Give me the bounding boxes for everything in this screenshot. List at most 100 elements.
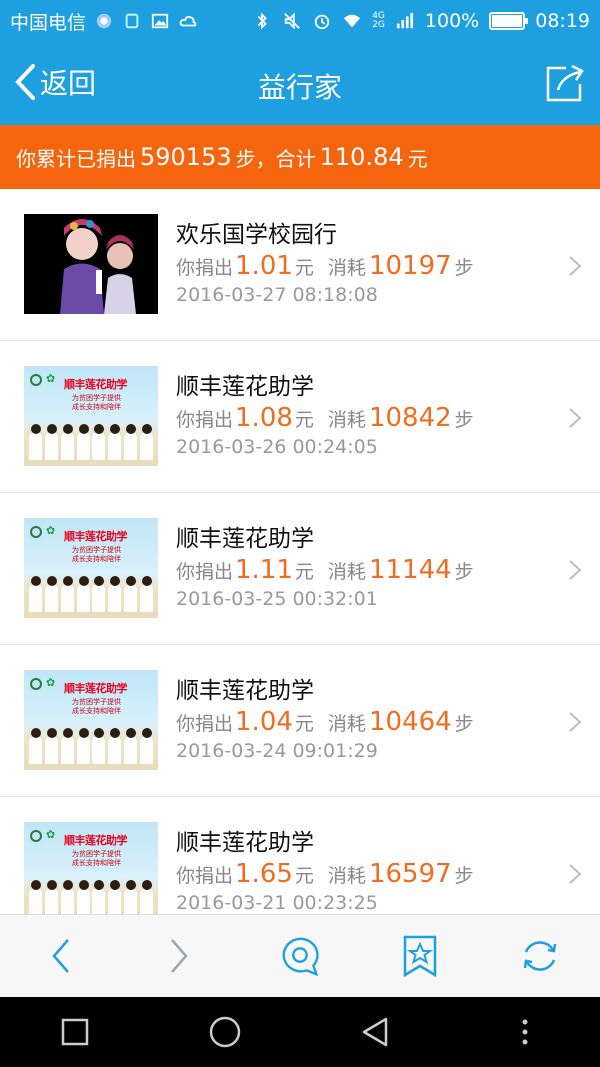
yuan-unit: 元: [294, 257, 314, 279]
app-notification-icon: [96, 13, 112, 29]
donation-timestamp: 2016-03-25 00:32:01: [176, 588, 378, 610]
system-back-button[interactable]: [353, 1010, 397, 1054]
summary-amount: 110.84: [319, 143, 404, 171]
browser-toolbar: [0, 914, 600, 997]
home-circle-icon: [209, 1016, 241, 1048]
beach-photo-thumbnail: ✿ 顺丰莲花助学 为贫困学子提供 成长支持和陪伴: [24, 822, 158, 914]
project-title: 欢乐国学校园行: [176, 222, 337, 248]
refresh-icon: [523, 941, 557, 971]
donation-amount: 1.08: [235, 403, 293, 433]
bookmark-button[interactable]: [398, 934, 442, 978]
donation-list-item[interactable]: ✿ 顺丰莲花助学 为贫困学子提供 成长支持和陪伴 顺丰莲花助学 你捐出 1.11 元 …: [0, 493, 600, 645]
donation-list-item[interactable]: 欢乐国学校园行 你捐出 1.01 元 消耗 10197 步 2016-03-27…: [0, 189, 600, 341]
donation-list-item[interactable]: ✿ 顺丰莲花助学 为贫困学子提供 成长支持和陪伴 顺丰莲花助学 你捐出 1.04 元 …: [0, 645, 600, 797]
home-button[interactable]: [203, 1010, 247, 1054]
nav-header: 返回 益行家: [0, 42, 600, 125]
opera-performers-image: [24, 214, 158, 314]
donation-detail: 你捐出 1.01 元 消耗 10197 步: [176, 251, 474, 281]
donation-amount: 1.11: [235, 555, 293, 585]
chevron-right-icon: [569, 712, 582, 732]
donation-list-item[interactable]: ✿ 顺丰莲花助学为贫困学子提供 成长支持和陪伴 顺丰莲花助学 你捐出 1.08 元 …: [0, 341, 600, 493]
sf-logo: [30, 678, 42, 690]
sf-logo: [30, 830, 42, 842]
menu-button[interactable]: [503, 1010, 547, 1054]
summary-steps-unit: 步，合计: [235, 146, 316, 171]
back-triangle-icon: [362, 1017, 388, 1047]
thumbnail-subtitle: 为贫困学子提供 成长支持和陪伴: [72, 394, 121, 411]
step-count: 16597: [368, 859, 452, 889]
step-count: 11144: [368, 555, 452, 585]
thumbnail-title: 顺丰莲花助学: [64, 834, 128, 847]
consume-label: 消耗: [327, 409, 366, 431]
alarm-icon: [315, 14, 330, 30]
recents-button[interactable]: [53, 1010, 97, 1054]
lotus-logo: ✿: [46, 828, 56, 841]
comment-icon: [282, 937, 319, 977]
comment-button[interactable]: [278, 934, 322, 978]
carrier-label: 中国电信: [10, 11, 87, 34]
summary-steps: 590153: [140, 143, 232, 171]
step-count: 10197: [368, 251, 452, 281]
forward-arrow-icon: [171, 939, 188, 973]
back-nav-button[interactable]: [38, 934, 82, 978]
clock: 08:19: [535, 10, 590, 32]
lotus-logo: ✿: [46, 372, 56, 385]
project-title: 顺丰莲花助学: [176, 830, 314, 856]
students-group-image: [24, 424, 158, 460]
battery-percent: 100%: [424, 10, 480, 32]
yuan-unit: 元: [294, 409, 314, 431]
network-type-label: 4G 2G: [372, 11, 385, 30]
donation-summary-banner: 你累计已捐出 590153 步，合计 110.84 元: [0, 125, 600, 189]
thumbnail-title: 顺丰莲花助学: [64, 378, 128, 391]
donate-label: 你捐出: [176, 409, 234, 431]
summary-prefix: 你累计已捐出: [16, 146, 136, 171]
chevron-right-icon: [569, 560, 582, 580]
thumbnail-subtitle: 为贫困学子提供 成长支持和陪伴: [72, 698, 121, 715]
forward-nav-button[interactable]: [158, 934, 202, 978]
donation-amount: 1.65: [235, 859, 293, 889]
project-title: 顺丰莲花助学: [176, 374, 314, 400]
donation-list-item[interactable]: ✿ 顺丰莲花助学 为贫困学子提供 成长支持和陪伴 顺丰莲花助学 你捐出 1.65 元 …: [0, 797, 600, 914]
beach-photo-thumbnail: ✿ 顺丰莲花助学为贫困学子提供 成长支持和陪伴: [24, 366, 158, 466]
sf-logo: [30, 374, 42, 386]
refresh-button[interactable]: [518, 934, 562, 978]
wifi-icon: [344, 14, 361, 28]
step-unit: 步: [454, 409, 474, 431]
donation-detail: 你捐出 1.65 元 消耗 16597 步: [176, 859, 474, 889]
share-icon[interactable]: [544, 62, 586, 104]
donation-detail: 你捐出 1.08 元 消耗 10842 步: [176, 403, 474, 433]
donation-amount: 1.01: [235, 251, 293, 281]
students-group-image: [24, 880, 158, 914]
thumbnail-title: 顺丰莲花助学: [64, 530, 128, 543]
step-unit: 步: [454, 561, 474, 583]
beach-photo-thumbnail: ✿ 顺丰莲花助学 为贫困学子提供 成长支持和陪伴: [24, 518, 158, 618]
donation-detail: 你捐出 1.11 元 消耗 11144 步: [176, 555, 474, 585]
donate-label: 你捐出: [176, 713, 234, 735]
donate-label: 你捐出: [176, 561, 234, 583]
step-unit: 步: [454, 865, 474, 887]
signal-icon: [396, 12, 414, 29]
mute-icon: [284, 12, 301, 30]
donation-list: 欢乐国学校园行 你捐出 1.01 元 消耗 10197 步 2016-03-27…: [0, 189, 600, 914]
bookmark-star-icon: [403, 935, 437, 978]
weather-cloud-icon: [179, 15, 197, 27]
image-notification-icon: [151, 13, 169, 29]
bluetooth-icon: [257, 12, 268, 30]
menu-dots-icon: [522, 1019, 528, 1045]
status-bar: 中国电信 4G 2G 100% 08:19: [0, 0, 600, 42]
step-count: 10842: [368, 403, 452, 433]
lotus-logo: ✿: [46, 524, 56, 537]
project-title: 顺丰莲花助学: [176, 678, 314, 704]
consume-label: 消耗: [327, 257, 366, 279]
donation-amount: 1.04: [235, 707, 293, 737]
consume-label: 消耗: [327, 865, 366, 887]
recents-square-icon: [61, 1018, 89, 1046]
chevron-right-icon: [569, 408, 582, 428]
page-title: 益行家: [257, 71, 342, 104]
sim-notification-icon: [125, 13, 139, 29]
project-title: 顺丰莲花助学: [176, 526, 314, 552]
beach-photo-thumbnail: ✿ 顺丰莲花助学 为贫困学子提供 成长支持和陪伴: [24, 670, 158, 770]
system-nav-bar: [0, 997, 600, 1067]
donation-timestamp: 2016-03-24 09:01:29: [176, 740, 378, 762]
summary-amount-unit: 元: [407, 146, 428, 171]
